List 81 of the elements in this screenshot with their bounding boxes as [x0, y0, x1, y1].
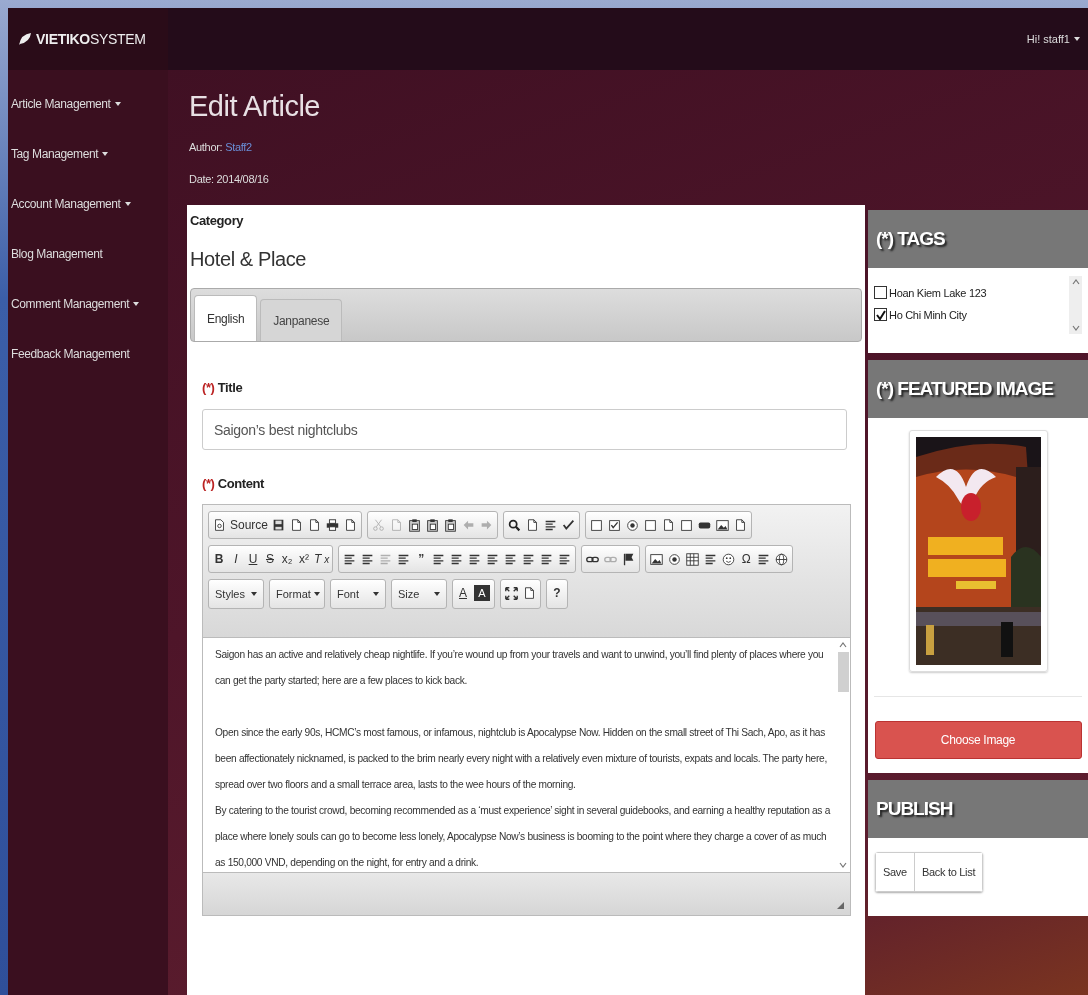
sidebar-item[interactable]: Tag Management: [8, 138, 168, 188]
chevron-up-icon: [1071, 279, 1080, 285]
scrollbar[interactable]: [1069, 276, 1082, 334]
panel-title: PUBLISH: [876, 798, 953, 820]
content-paragraph: Saigon has an active and relatively cheap nightlife. If you’re wound up from your travels and want to unwind, you’ll find plenty of places where you can get the party started; here are a few places to kick back.: [215, 648, 825, 688]
sidebar-item[interactable]: Blog Management: [8, 238, 168, 288]
page-icon: [212, 517, 227, 533]
brand-logo: VIETIKOSYSTEM: [36, 31, 146, 47]
panel-title: (*) FEATURED IMAGE: [876, 378, 1053, 400]
date-text: Date: 2014/08/16: [189, 173, 270, 185]
sidebar-item[interactable]: Comment Management: [8, 288, 168, 338]
toolbar-button[interactable]: ”: [413, 548, 430, 570]
clipboard-icon: [407, 517, 423, 533]
square-icon: [679, 517, 695, 533]
dropdown[interactable]: Font: [333, 582, 383, 606]
clipboard-icon: [425, 517, 441, 533]
toolbar-button[interactable]: x₂: [279, 548, 295, 570]
search-icon: [507, 517, 523, 533]
expand-icon: [504, 585, 519, 601]
caret-icon: [434, 592, 440, 596]
page-icon: [522, 585, 537, 601]
toolbar-button[interactable]: ?: [549, 582, 565, 604]
radio-icon: [625, 517, 641, 533]
choose-image-button[interactable]: Choose Image: [874, 721, 1082, 759]
dropdown[interactable]: Format: [272, 582, 322, 606]
field-label: (*) Content: [202, 476, 266, 491]
page-title: Edit Article: [189, 90, 321, 123]
clipboard-icon: [443, 517, 459, 533]
tag-option[interactable]: Ho Chi Minh City: [874, 308, 1069, 321]
square-icon: [589, 517, 605, 533]
toolbar-button[interactable]: I: [228, 548, 244, 570]
category-value: Hotel & Place: [190, 248, 307, 271]
scissors-icon: [371, 517, 387, 533]
author-link[interactable]: Staff2: [225, 141, 252, 153]
chevron-down-icon: [839, 862, 847, 868]
image-icon: [715, 517, 731, 533]
sidebar-item[interactable]: Account Management: [8, 188, 168, 238]
printer-icon: [325, 517, 341, 533]
checkbox[interactable]: [874, 286, 887, 299]
panel-title: (*) TAGS: [876, 228, 945, 250]
title-input[interactable]: Saigon’s best nightclubs: [202, 409, 847, 450]
chevron-down-icon: [1071, 325, 1080, 331]
publish-button[interactable]: Back to List: [913, 853, 983, 891]
checkbox[interactable]: [874, 308, 887, 321]
content-paragraph: By catering to the tourist crowd, becoming recommended as a ‘must experience’ sight in several guidebooks, and earning a healthy reputation as a place where lonely souls can go to become less lonely, Apocalypse Now’s business is booming to the point where they charge a cover of as much as 150,000 VND, depending on the night, for entry and a drink.: [215, 804, 830, 870]
tag-option[interactable]: Hoan Kiem Lake 123: [874, 286, 1069, 299]
radio-icon: [667, 551, 683, 567]
toolbar-button[interactable]: Ω: [738, 548, 755, 570]
toolbar-button[interactable]: x²: [296, 548, 312, 570]
scroll-thumb[interactable]: [837, 652, 849, 692]
check-icon: [561, 517, 577, 533]
field-label: Category: [190, 213, 245, 228]
author-label: Author:: [189, 141, 223, 153]
text-color-button[interactable]: A: [455, 582, 471, 604]
dropdown[interactable]: Styles: [211, 582, 261, 606]
image-icon: [649, 551, 665, 567]
resize-handle[interactable]: [837, 902, 844, 909]
toolbar-button[interactable]: S: [262, 548, 278, 570]
sidebar-item[interactable]: Feedback Management: [8, 338, 168, 388]
toolbar-button[interactable]: U: [245, 548, 261, 570]
tab[interactable]: Janpanese: [260, 299, 343, 341]
dropdown[interactable]: Size: [394, 582, 444, 606]
leaf-icon: [18, 32, 32, 46]
table-icon: [685, 551, 701, 567]
user-menu[interactable]: Hi! staff1: [1026, 33, 1080, 45]
toolbar-button[interactable]: B: [211, 548, 227, 570]
background-color-button[interactable]: A: [474, 585, 490, 601]
tab[interactable]: English: [194, 295, 258, 341]
square-icon: [643, 517, 659, 533]
source-button[interactable]: Source: [211, 514, 270, 536]
checkbox-icon: [607, 517, 623, 533]
smiley-icon: [721, 551, 737, 567]
caret-icon: [251, 592, 257, 596]
caret-icon: [313, 592, 320, 596]
caret-icon: [373, 592, 379, 596]
chevron-up-icon: [839, 642, 847, 648]
globe-icon: [774, 551, 790, 567]
field-label: (*) Title: [202, 380, 244, 395]
sidebar-item[interactable]: Article Management: [8, 88, 168, 138]
content-paragraph: Open since the early 90s, HCMC’s most famous, or infamous, nightclub is Apocalypse Now. Hidden on the small street of Thi Sach, Apo, as it has been affectionately nicknamed, is packed to the brim nearly every night with a relatively even mixture of tourists, expats and locals. The party here, spread over two floors and a small terrace area, lasts to the wee hours of the morning.: [215, 726, 828, 792]
publish-button[interactable]: Save: [876, 853, 914, 891]
